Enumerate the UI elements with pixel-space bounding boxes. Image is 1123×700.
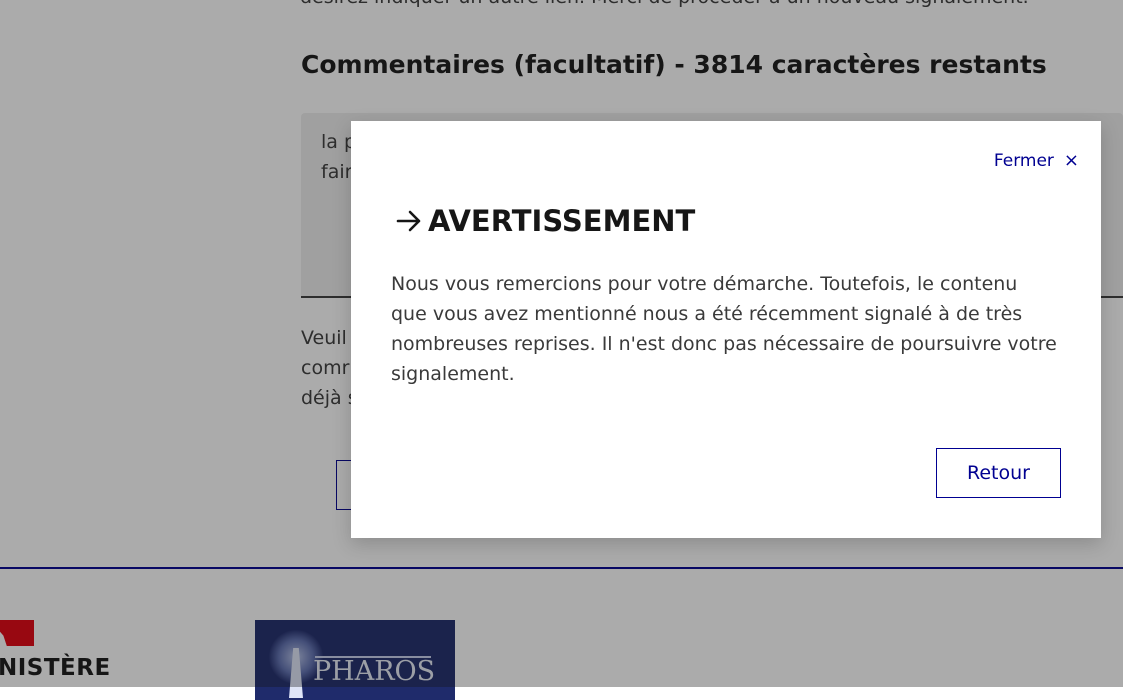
- close-button[interactable]: Fermer ×: [994, 151, 1079, 171]
- arrow-right-icon: [394, 206, 424, 236]
- modal-title-text: AVERTISSEMENT: [428, 204, 696, 238]
- modal-message: Nous vous remercions pour votre démarche…: [391, 269, 1071, 389]
- modal-title: AVERTISSEMENT: [394, 204, 695, 238]
- warning-modal: Fermer × AVERTISSEMENT Nous vous remerci…: [351, 121, 1101, 538]
- close-label: Fermer: [993, 151, 1054, 171]
- close-icon: ×: [1063, 150, 1079, 171]
- message-line: signalement.: [391, 363, 515, 385]
- message-line: que vous avez mentionné nous a été récem…: [391, 303, 1023, 325]
- message-line: Nous vous remercions pour votre démarche…: [391, 273, 1018, 295]
- message-line: nombreuses reprises. Il n'est donc pas n…: [391, 333, 1057, 355]
- retour-button[interactable]: Retour: [936, 448, 1061, 498]
